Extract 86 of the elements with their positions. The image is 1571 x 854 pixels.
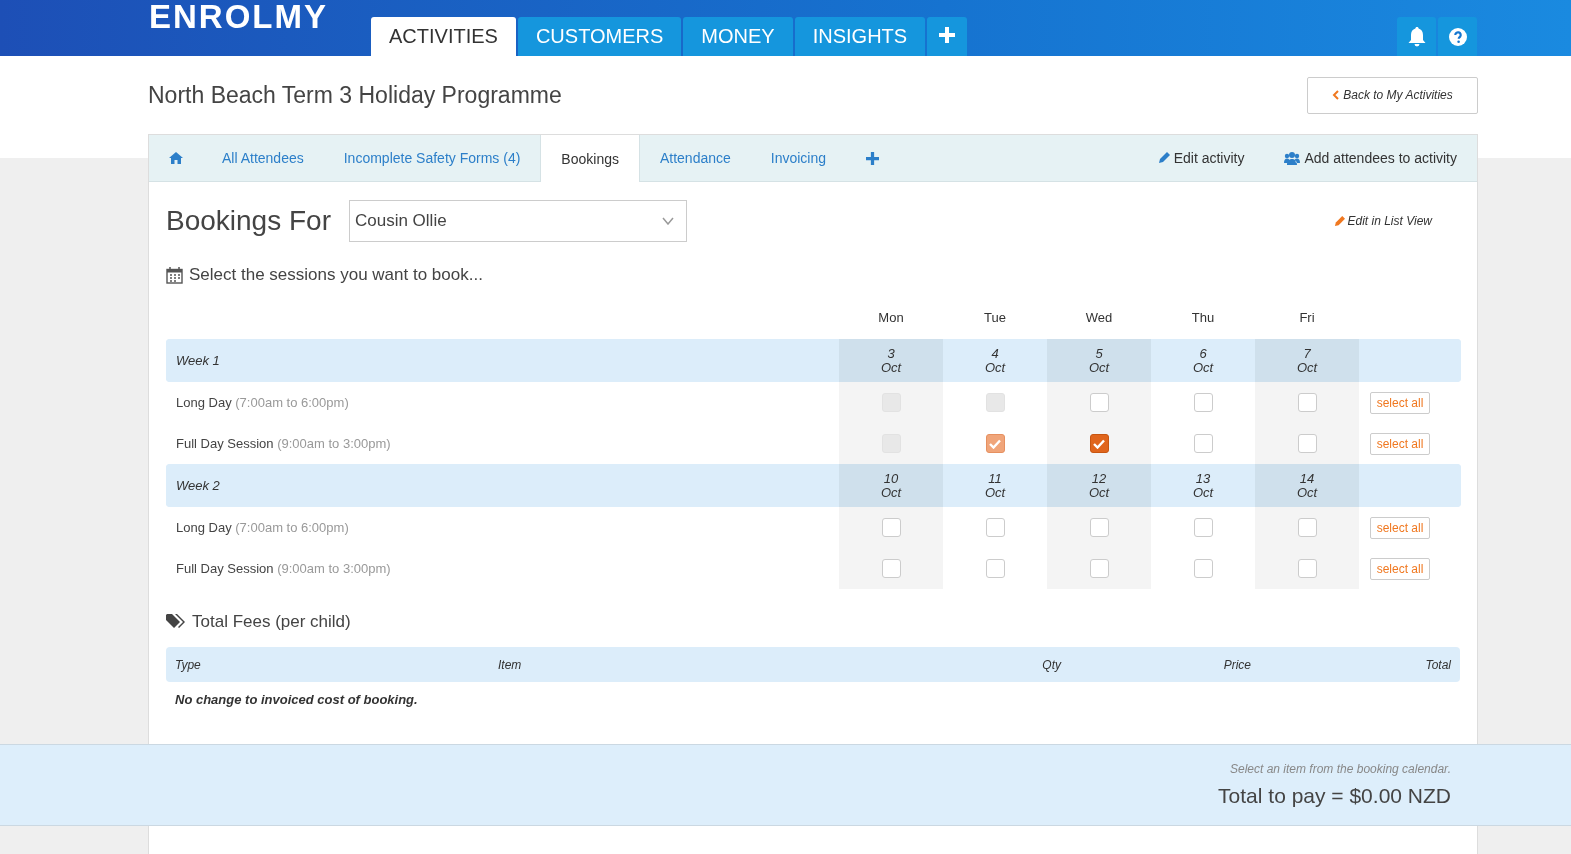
fees-heading: Total Fees (per child) [192,612,351,632]
column-header: Price [1222,657,1251,672]
help-button[interactable] [1438,17,1477,56]
day-heading: Tue [984,310,1006,325]
day-heading: Mon [878,310,904,325]
checkbox[interactable] [985,434,1005,453]
session-label: Long Day (7:00am to 6:00pm) [176,520,349,535]
session-label: Full Day Session (9:00am to 3:00pm) [176,561,391,576]
week-label: Week 2 [176,478,220,493]
session-label: Full Day Session (9:00am to 3:00pm) [176,436,391,451]
prompt-text: Select the sessions you want to book... [189,265,483,285]
checkbox[interactable] [985,518,1005,537]
total-to-pay: Total to pay = $0.00 NZD [1218,784,1451,808]
checkbox[interactable] [881,518,901,537]
hint-text: Select an item from the booking calendar. [1230,762,1451,776]
select-all-button[interactable]: select all [1369,432,1431,455]
nav-tab[interactable]: INSIGHTS [794,17,926,56]
add-button[interactable] [927,17,968,56]
action-link[interactable]: Add attendees to activity [1284,135,1477,181]
date-label: 13 Oct [1192,471,1214,500]
checkbox[interactable] [1193,434,1213,453]
people-icon [1284,151,1301,165]
date-label: 3 Oct [880,346,902,375]
checkbox[interactable] [1089,559,1109,578]
select-all-button[interactable]: select all [1369,557,1431,580]
date-label: 4 Oct [984,346,1006,375]
page-title: North Beach Term 3 Holiday Programme [148,81,562,109]
checkbox[interactable] [1193,559,1213,578]
edit-list-link[interactable]: Edit in List View [1327,213,1438,229]
select-all-button[interactable]: select all [1369,516,1431,539]
date-label: 12 Oct [1088,471,1110,500]
select-all-button[interactable]: select all [1369,391,1431,414]
check-icon [989,438,1001,449]
pencil-icon [1157,152,1170,164]
calendar-icon [166,266,183,284]
action-link[interactable]: Edit activity [1157,135,1265,181]
empty-message: No change to invoiced cost of booking. [175,691,418,707]
nav-tab[interactable]: CUSTOMERS [517,17,682,56]
dropdown-caret-icon [661,217,674,225]
date-label: 11 Oct [984,471,1006,500]
help-icon [1448,27,1467,46]
week-label: Week 1 [176,353,220,368]
bookings-heading: Bookings For [166,205,331,237]
tab[interactable]: Invoicing [750,135,847,181]
column-header: Qty [1041,657,1061,672]
back-button[interactable]: Back to My Activities [1307,76,1478,114]
nav-tab[interactable]: MONEY [683,17,793,56]
attendee-dropdown[interactable]: Cousin Ollie [348,200,687,242]
notifications-button[interactable] [1397,17,1436,56]
checkbox[interactable] [1089,393,1109,412]
logo[interactable]: ENROLMY [149,2,328,32]
pencil-icon [1333,215,1345,227]
tab[interactable]: All Attendees [202,135,324,181]
checkbox[interactable] [1193,393,1213,412]
date-label: 14 Oct [1296,471,1318,500]
checkbox[interactable] [985,559,1005,578]
column-header: Type [175,657,202,672]
day-heading: Fri [1299,310,1315,325]
bell-icon [1407,26,1426,47]
checkbox[interactable] [1089,434,1109,453]
date-label: 7 Oct [1296,346,1318,375]
day-heading: Wed [1085,310,1113,325]
checkbox[interactable] [1297,434,1317,453]
checkbox[interactable] [1297,518,1317,537]
tab[interactable]: Incomplete Safety Forms (4) [323,135,541,181]
column-header: Item [498,657,523,672]
day-heading: Thu [1191,310,1215,325]
checkbox[interactable] [881,559,901,578]
checkbox[interactable] [1297,393,1317,412]
date-label: 5 Oct [1088,346,1110,375]
checkbox[interactable] [1089,518,1109,537]
home-icon [169,152,183,164]
tags-icon [166,614,186,630]
checkbox[interactable] [1297,559,1317,578]
column-header: Total [1424,657,1451,672]
session-label: Long Day (7:00am to 6:00pm) [176,395,349,410]
nav-tab[interactable]: ACTIVITIES [371,17,516,56]
plus-icon [939,27,956,43]
plus-icon [866,151,880,165]
check-icon [1093,438,1105,449]
checkbox[interactable] [1193,518,1213,537]
tab[interactable]: Attendance [639,135,751,181]
date-label: 6 Oct [1192,346,1214,375]
chevron-left-icon [1332,90,1340,100]
date-label: 10 Oct [880,471,902,500]
tab[interactable]: Bookings [540,135,640,182]
